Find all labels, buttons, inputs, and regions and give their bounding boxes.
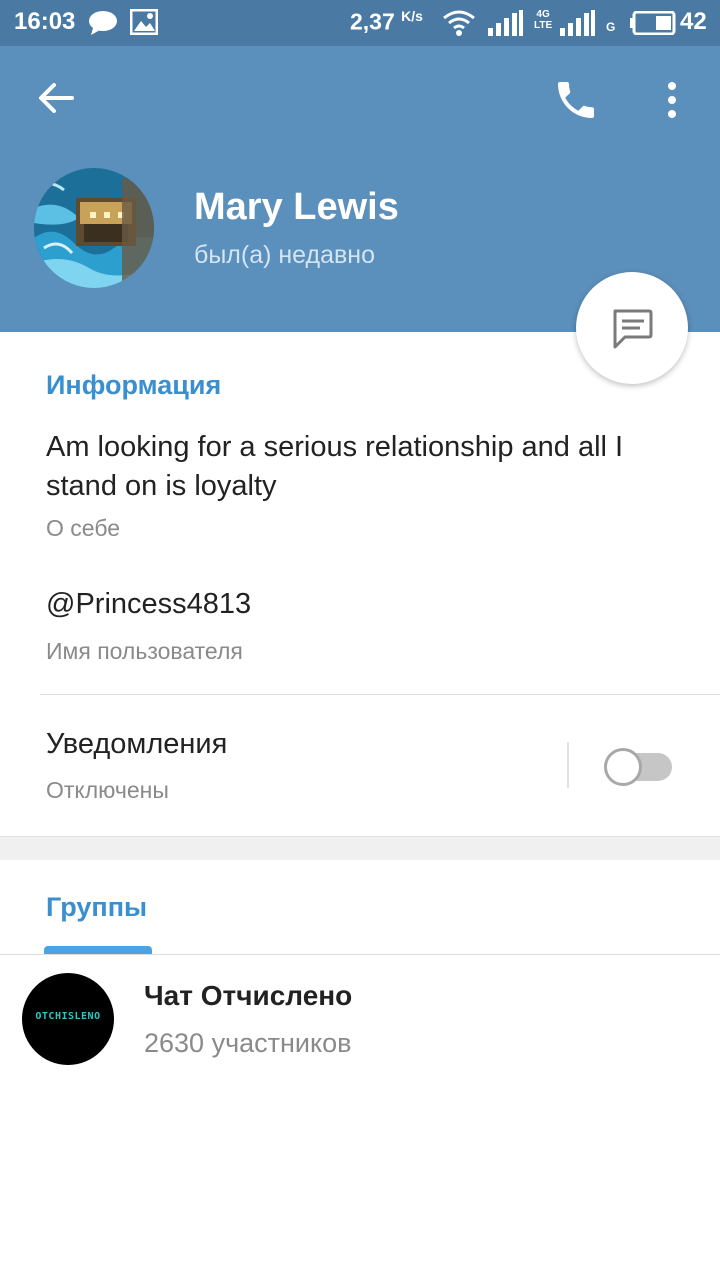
signal-icon xyxy=(560,10,596,41)
divider xyxy=(40,694,720,695)
groups-tab-title[interactable]: Группы xyxy=(46,892,147,923)
vertical-divider xyxy=(567,742,569,788)
bio-text[interactable]: Am looking for a serious relationship an… xyxy=(46,428,686,506)
back-button[interactable] xyxy=(34,76,78,120)
lte-indicator: 4G LTE xyxy=(534,9,553,31)
notifications-label[interactable]: Уведомления xyxy=(46,728,227,761)
section-separator xyxy=(0,836,720,860)
info-section-title: Информация xyxy=(46,370,222,400)
phone-icon xyxy=(558,82,594,118)
send-message-button[interactable] xyxy=(576,272,688,384)
status-time: 16:03 xyxy=(14,8,76,35)
bio-caption: О себе xyxy=(46,515,121,541)
tab-divider xyxy=(0,954,720,955)
battery-percent: 42 xyxy=(680,8,707,35)
notifications-toggle[interactable] xyxy=(604,748,674,786)
toggle-knob xyxy=(604,748,642,786)
group-list-item[interactable]: OTCHISLENO Чат Отчислено 2630 участников xyxy=(0,958,720,1076)
image-icon xyxy=(129,8,159,40)
last-seen-status: был(а) недавно xyxy=(194,241,376,269)
avatar[interactable] xyxy=(34,168,154,288)
message-icon xyxy=(88,10,118,41)
more-options-button[interactable] xyxy=(650,76,694,124)
call-button[interactable] xyxy=(552,76,600,124)
chat-bubble-icon xyxy=(613,309,653,349)
back-arrow-icon xyxy=(39,83,74,113)
notifications-status: Отключены xyxy=(46,777,169,803)
profile-name: Mary Lewis xyxy=(194,186,399,228)
group-members-count: 2630 участников xyxy=(144,1028,352,1058)
group-avatar-text: OTCHISLENO xyxy=(35,1011,101,1022)
network-type: G xyxy=(606,20,616,34)
group-name: Чат Отчислено xyxy=(144,980,353,1011)
wifi-icon xyxy=(442,9,476,42)
status-bar: 16:03 2,37 K/s 4G LTE G 42 xyxy=(0,0,720,46)
group-avatar: OTCHISLENO xyxy=(22,973,114,1065)
tab-indicator xyxy=(44,946,152,954)
more-vert-icon xyxy=(668,82,676,118)
username-value[interactable]: @Princess4813 xyxy=(46,588,251,621)
signal-icon xyxy=(488,10,524,41)
network-speed: 2,37 K/s xyxy=(350,8,423,35)
username-caption: Имя пользователя xyxy=(46,638,243,664)
battery-icon xyxy=(630,10,676,40)
